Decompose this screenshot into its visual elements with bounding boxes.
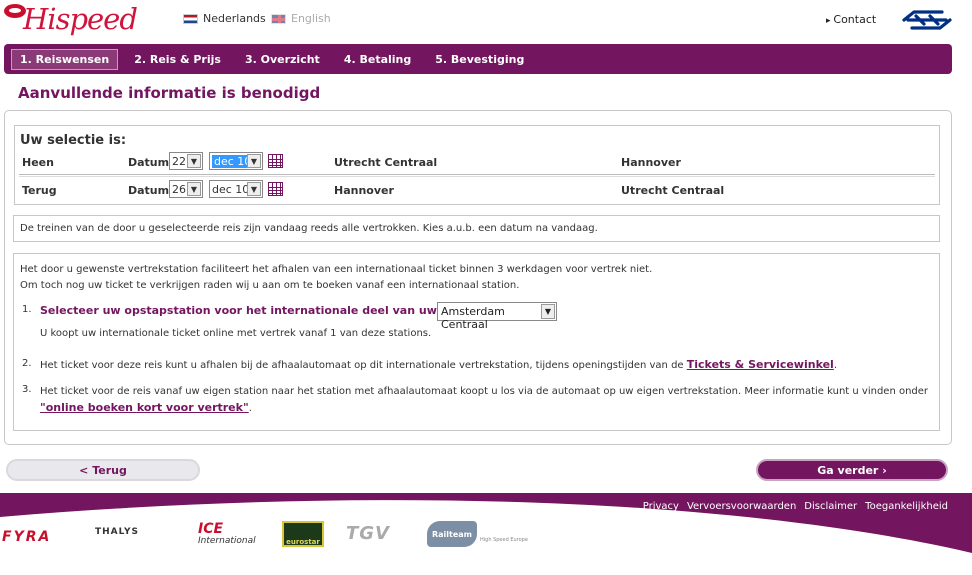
contact-link[interactable]: Contact bbox=[826, 13, 876, 26]
step-overzicht[interactable]: 3. Overzicht bbox=[237, 50, 328, 69]
datum-label: Datum bbox=[128, 184, 170, 197]
dropdown-arrow-icon: ▼ bbox=[187, 154, 201, 168]
station-select-hint: U koopt uw internationale ticket online … bbox=[40, 328, 432, 339]
outbound-to-station: Hannover bbox=[621, 156, 681, 169]
step-betaling[interactable]: 4. Betaling bbox=[336, 50, 419, 69]
online-booking-link[interactable]: "online boeken kort voor vertrek" bbox=[40, 401, 249, 414]
calendar-icon[interactable] bbox=[268, 182, 283, 196]
language-dutch[interactable]: Nederlands bbox=[183, 12, 266, 25]
page-title: Aanvullende informatie is benodigd bbox=[18, 84, 321, 102]
footer-links: Privacy Vervoersvoorwaarden Disclaimer T… bbox=[643, 501, 948, 512]
calendar-icon[interactable] bbox=[268, 154, 283, 168]
dutch-flag-icon bbox=[183, 13, 198, 24]
fyra-logo: FYRA bbox=[2, 529, 52, 545]
eurostar-logo: eurostar bbox=[282, 521, 324, 547]
ice-logo-sub: International bbox=[198, 536, 256, 546]
uk-flag-icon bbox=[271, 13, 286, 24]
hispeed-logo[interactable]: Hispeed bbox=[4, 2, 138, 38]
item-number: 3. bbox=[22, 384, 32, 395]
return-month-select[interactable]: dec 10 ▼ bbox=[209, 180, 263, 198]
return-row: Terug Datum 26 ▼ dec 10 ▼ Hannover Utrec… bbox=[19, 176, 935, 202]
boarding-station-value: Amsterdam Centraal bbox=[441, 305, 505, 331]
back-button[interactable]: < Terug bbox=[6, 459, 200, 481]
item-number: 2. bbox=[22, 358, 32, 369]
language-dutch-label: Nederlands bbox=[203, 12, 266, 25]
return-month-value: dec 10 bbox=[212, 182, 250, 196]
step-bevestiging[interactable]: 5. Bevestiging bbox=[427, 50, 532, 69]
language-english[interactable]: English bbox=[271, 12, 331, 25]
next-button[interactable]: Ga verder › bbox=[756, 459, 948, 481]
outbound-day-select[interactable]: 22 ▼ bbox=[169, 152, 203, 170]
tgv-logo: TGV bbox=[346, 523, 390, 544]
datum-label: Datum bbox=[128, 156, 170, 169]
dropdown-arrow-icon: ▼ bbox=[247, 182, 261, 196]
logo-text: Hispeed bbox=[23, 2, 138, 36]
dropdown-arrow-icon: ▼ bbox=[247, 154, 261, 168]
info-intro-line2: Om toch nog uw ticket te verkrijgen rade… bbox=[20, 280, 520, 291]
progress-steps-bar: 1. Reiswensen 2. Reis & Prijs 3. Overzic… bbox=[4, 44, 952, 74]
railteam-logo: Railteam bbox=[427, 521, 477, 547]
item-number: 1. bbox=[22, 304, 32, 315]
station-select-label: Selecteer uw opstapstation voor het inte… bbox=[40, 304, 469, 317]
selection-title: Uw selectie is: bbox=[20, 133, 127, 148]
thalys-logo: THALYS bbox=[95, 527, 139, 537]
tickets-servicewinkel-link[interactable]: Tickets & Servicewinkel bbox=[687, 358, 834, 371]
info-intro-line1: Het door u gewenste vertrekstation facil… bbox=[20, 264, 653, 275]
selection-box: Uw selectie is: Heen Datum 22 ▼ dec 10 ▼… bbox=[14, 125, 940, 205]
toegankelijkheid-link[interactable]: Toegankelijkheid bbox=[865, 501, 948, 512]
ice-logo: ICE International bbox=[198, 522, 256, 547]
outbound-month-select[interactable]: dec 10 ▼ bbox=[209, 152, 263, 170]
ns-logo-icon bbox=[902, 10, 952, 30]
dropdown-arrow-icon: ▼ bbox=[541, 304, 555, 319]
item2-end: . bbox=[833, 360, 838, 371]
outbound-row: Heen Datum 22 ▼ dec 10 ▼ Utrecht Centraa… bbox=[19, 149, 935, 175]
return-from-station: Hannover bbox=[334, 184, 394, 197]
railteam-tagline: High Speed Europe bbox=[480, 537, 528, 543]
disclaimer-link[interactable]: Disclaimer bbox=[804, 501, 857, 512]
language-english-label: English bbox=[291, 12, 331, 25]
boarding-station-select[interactable]: Amsterdam Centraal ▼ bbox=[437, 302, 557, 331]
info-box: Het door u gewenste vertrekstation facil… bbox=[13, 253, 940, 431]
outbound-day-value: 22 bbox=[172, 154, 186, 168]
item3-text: Het ticket voor de reis vanaf uw eigen s… bbox=[40, 386, 929, 397]
return-day-value: 26 bbox=[172, 182, 186, 196]
header: Hispeed Nederlands English Contact bbox=[0, 0, 972, 42]
outbound-from-station: Utrecht Centraal bbox=[334, 156, 438, 169]
privacy-link[interactable]: Privacy bbox=[643, 501, 679, 512]
direction-label: Heen bbox=[22, 156, 54, 169]
info-intro: Het door u gewenste vertrekstation facil… bbox=[20, 262, 652, 294]
return-day-select[interactable]: 26 ▼ bbox=[169, 180, 203, 198]
dropdown-arrow-icon: ▼ bbox=[187, 182, 201, 196]
notice-message: De treinen van de door u geselecteerde r… bbox=[13, 215, 940, 242]
step-reiswensen[interactable]: 1. Reiswensen bbox=[11, 48, 119, 70]
return-to-station: Utrecht Centraal bbox=[621, 184, 725, 197]
item3-end: . bbox=[248, 403, 252, 414]
vervoersvoorwaarden-link[interactable]: Vervoersvoorwaarden bbox=[687, 501, 796, 512]
step-reis-prijs[interactable]: 2. Reis & Prijs bbox=[126, 50, 229, 69]
hispeed-logo-mark-icon bbox=[4, 4, 26, 18]
item2-text: Het ticket voor deze reis kunt u afhalen… bbox=[40, 360, 687, 371]
direction-label: Terug bbox=[22, 184, 57, 197]
footer: Privacy Vervoersvoorwaarden Disclaimer T… bbox=[0, 493, 972, 575]
